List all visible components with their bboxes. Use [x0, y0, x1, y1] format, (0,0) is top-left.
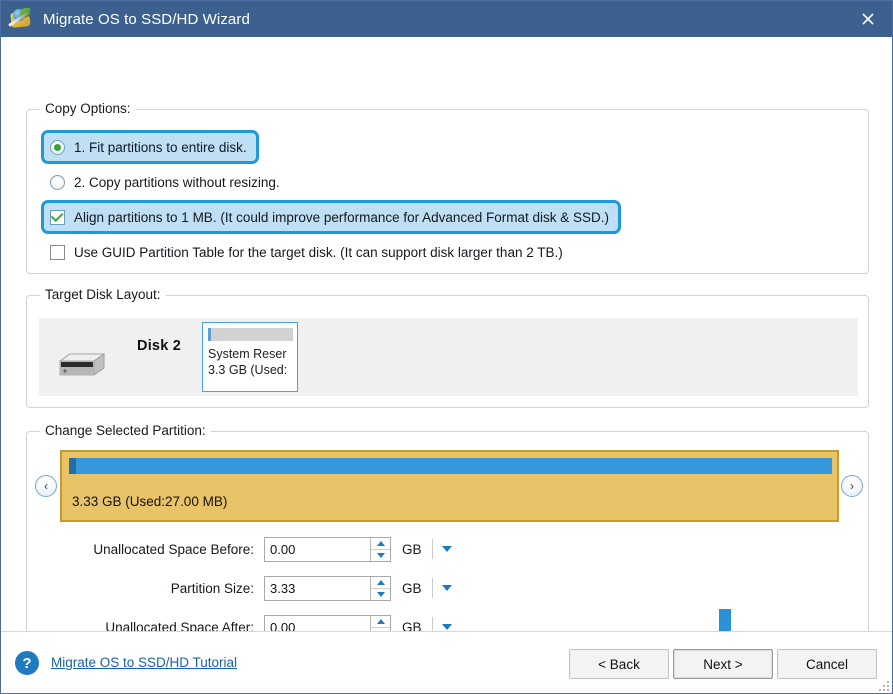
- spinner-arrows-partition-size[interactable]: [370, 576, 390, 600]
- target-partition-card[interactable]: System Reser 3.3 GB (Used:: [202, 322, 298, 392]
- next-button-label: Next >: [703, 656, 743, 672]
- spinner-unallocated-before[interactable]: 0.00: [264, 536, 391, 562]
- dialog-footer: ? Migrate OS to SSD/HD Tutorial < Back N…: [1, 631, 892, 693]
- cancel-button[interactable]: Cancel: [777, 649, 877, 679]
- back-button-label: < Back: [598, 656, 640, 672]
- target-partition-name: System Reser: [208, 347, 287, 361]
- spinner-up-icon[interactable]: [371, 537, 390, 550]
- option-use-guid-partition-table-label: Use GUID Partition Table for the target …: [74, 244, 563, 260]
- partition-usage-bar: [208, 328, 293, 341]
- option-copy-without-resizing[interactable]: 2. Copy partitions without resizing.: [44, 170, 289, 194]
- field-label-unallocated-before: Unallocated Space Before:: [93, 541, 254, 557]
- help-glyph: ?: [22, 654, 32, 672]
- selected-partition-usage-bar: [69, 458, 832, 474]
- change-selected-partition-group: Change Selected Partition: ‹ › 3.33 GB (…: [26, 423, 869, 657]
- unit-separator: [432, 578, 433, 598]
- spinner-arrows-unallocated-before[interactable]: [370, 537, 390, 561]
- tutorial-link[interactable]: Migrate OS to SSD/HD Tutorial: [51, 655, 237, 670]
- dialog-body: Copy Options: 1. Fit partitions to entir…: [1, 37, 892, 693]
- spinner-down-icon[interactable]: [371, 549, 390, 561]
- close-icon[interactable]: [844, 1, 892, 37]
- window-title: Migrate OS to SSD/HD Wizard: [43, 10, 250, 28]
- disk-info: Disk 2: [111, 338, 207, 358]
- input-unallocated-before[interactable]: 0.00: [265, 538, 370, 561]
- target-disk-layout-legend: Target Disk Layout:: [40, 287, 166, 302]
- selected-partition-strip[interactable]: 3.33 GB (Used:27.00 MB): [60, 450, 839, 522]
- radio-fit-partitions[interactable]: [50, 139, 65, 155]
- resize-grip[interactable]: [877, 679, 889, 691]
- copy-options-group: Copy Options: 1. Fit partitions to entir…: [26, 101, 869, 274]
- unit-unallocated-before: GB: [402, 541, 422, 557]
- disk-name: Disk 2: [137, 338, 181, 354]
- copy-options-legend: Copy Options:: [40, 101, 136, 116]
- checkbox-align-partitions[interactable]: [50, 209, 65, 225]
- radio-copy-without-resizing[interactable]: [50, 174, 65, 190]
- nav-next-glyph: ›: [850, 479, 854, 493]
- spinner-up-icon[interactable]: [371, 615, 390, 628]
- cancel-button-label: Cancel: [805, 656, 849, 672]
- target-partition-size: 3.3 GB (Used:: [208, 363, 288, 377]
- option-fit-partitions[interactable]: 1. Fit partitions to entire disk.: [41, 130, 259, 164]
- target-disk-layout-group: Target Disk Layout: Disk 2 System Reser …: [26, 287, 869, 408]
- chevron-right-icon[interactable]: ›: [841, 475, 863, 497]
- change-selected-partition-legend: Change Selected Partition:: [40, 423, 211, 438]
- help-icon[interactable]: ?: [15, 651, 39, 675]
- hard-disk-icon: [58, 352, 106, 378]
- spinner-down-icon[interactable]: [371, 588, 390, 600]
- unit-partition-size: GB: [402, 580, 422, 596]
- nav-prev-glyph: ‹: [44, 479, 48, 493]
- checkbox-use-guid-partition-table[interactable]: [50, 244, 65, 260]
- field-unallocated-space-before: Unallocated Space Before: 0.00 GB: [84, 536, 452, 562]
- target-disk-panel: Disk 2 System Reser 3.3 GB (Used:: [39, 318, 858, 396]
- spinner-up-icon[interactable]: [371, 576, 390, 589]
- back-button[interactable]: < Back: [569, 649, 669, 679]
- migrate-wizard-icon: [8, 7, 33, 31]
- option-align-partitions[interactable]: Align partitions to 1 MB. (It could impr…: [41, 200, 621, 234]
- spinner-partition-size[interactable]: 3.33: [264, 575, 391, 601]
- selected-partition-label: 3.33 GB (Used:27.00 MB): [72, 494, 228, 509]
- option-align-partitions-label: Align partitions to 1 MB. (It could impr…: [74, 209, 609, 225]
- title-bar: Migrate OS to SSD/HD Wizard: [1, 1, 892, 37]
- unit-dropdown-unallocated-after[interactable]: [442, 624, 452, 630]
- chevron-left-icon[interactable]: ‹: [35, 475, 57, 497]
- option-copy-without-resizing-label: 2. Copy partitions without resizing.: [74, 174, 280, 190]
- next-button[interactable]: Next >: [673, 649, 773, 679]
- option-fit-partitions-label: 1. Fit partitions to entire disk.: [74, 139, 247, 155]
- input-partition-size[interactable]: 3.33: [265, 577, 370, 600]
- unit-dropdown-unallocated-before[interactable]: [442, 546, 452, 552]
- field-label-partition-size: Partition Size:: [170, 580, 254, 596]
- option-use-guid-partition-table[interactable]: Use GUID Partition Table for the target …: [44, 240, 572, 264]
- migrate-os-wizard-window: Migrate OS to SSD/HD Wizard Copy Options…: [0, 0, 893, 694]
- unit-separator: [432, 539, 433, 559]
- unit-dropdown-partition-size[interactable]: [442, 585, 452, 591]
- field-partition-size: Partition Size: 3.33 GB: [84, 575, 452, 601]
